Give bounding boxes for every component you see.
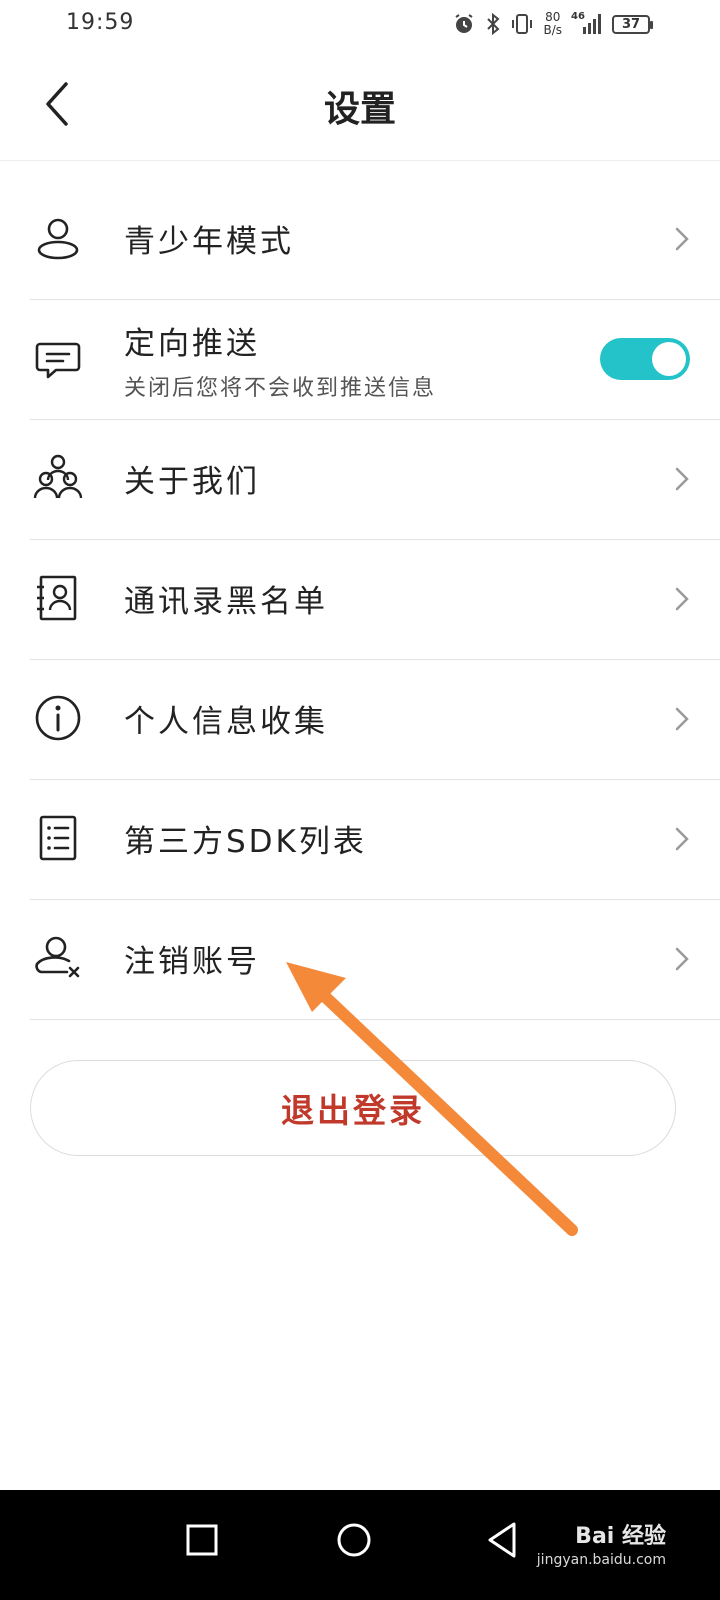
logout-label: 退出登录	[281, 1091, 425, 1130]
settings-list: 青少年模式 定向推送 关闭后您将不会收到推送信息 关于我们 通讯录黑名单 个人信…	[30, 180, 720, 1020]
message-icon	[32, 332, 84, 384]
bluetooth-icon	[485, 12, 501, 36]
chevron-right-icon	[675, 587, 689, 611]
chevron-right-icon	[675, 947, 689, 971]
info-icon	[32, 692, 84, 744]
setting-sublabel: 关闭后您将不会收到推送信息	[124, 376, 437, 401]
setting-teen-mode[interactable]: 青少年模式	[30, 180, 720, 300]
status-bar: 19:59 80 B/s 46 37	[0, 0, 720, 50]
setting-label: 青少年模式	[124, 224, 294, 260]
setting-personal-info[interactable]: 个人信息收集	[30, 660, 720, 780]
chevron-right-icon	[675, 227, 689, 251]
circle-icon[interactable]	[324, 1510, 384, 1570]
setting-label: 个人信息收集	[124, 704, 328, 740]
list-icon	[32, 812, 84, 864]
alarm-icon	[452, 12, 476, 36]
triangle-back-icon[interactable]	[472, 1510, 532, 1570]
chevron-right-icon	[675, 467, 689, 491]
net-speed: 80 B/s	[543, 11, 562, 37]
setting-label: 定向推送	[124, 326, 260, 362]
chevron-right-icon	[675, 827, 689, 851]
contacts-icon	[32, 572, 84, 624]
logout-button[interactable]: 退出登录	[30, 1060, 676, 1156]
setting-targeted-push: 定向推送 关闭后您将不会收到推送信息	[30, 300, 720, 420]
chevron-right-icon	[675, 707, 689, 731]
user-icon	[32, 212, 84, 264]
setting-sdk-list[interactable]: 第三方SDK列表	[30, 780, 720, 900]
setting-cancel-account[interactable]: 注销账号	[30, 900, 720, 1020]
signal-icon: 46	[571, 11, 603, 37]
page-title: 设置	[323, 89, 396, 130]
battery-level: 37	[621, 16, 641, 32]
status-icons: 80 B/s 46 37	[452, 8, 653, 40]
setting-label: 通讯录黑名单	[124, 584, 328, 620]
watermark-logo: Bai 经验	[575, 1524, 666, 1549]
push-toggle[interactable]	[600, 338, 690, 380]
setting-label: 第三方SDK列表	[124, 824, 367, 860]
square-icon[interactable]	[172, 1510, 232, 1570]
setting-label: 关于我们	[124, 464, 260, 500]
header: 设置	[0, 50, 720, 161]
status-time: 19:59	[66, 10, 135, 35]
setting-label: 注销账号	[124, 944, 260, 980]
setting-about-us[interactable]: 关于我们	[30, 420, 720, 540]
watermark-url: jingyan.baidu.com	[536, 1552, 666, 1568]
battery-icon: 37	[612, 14, 653, 34]
user-remove-icon	[32, 932, 84, 984]
group-icon	[32, 452, 84, 504]
vibrate-icon	[510, 12, 534, 36]
nav-bar: Bai 经验 jingyan.baidu.com	[0, 1490, 720, 1600]
setting-contacts-blacklist[interactable]: 通讯录黑名单	[30, 540, 720, 660]
toggle-knob	[652, 342, 686, 376]
net-speed-unit: B/s	[543, 23, 562, 37]
